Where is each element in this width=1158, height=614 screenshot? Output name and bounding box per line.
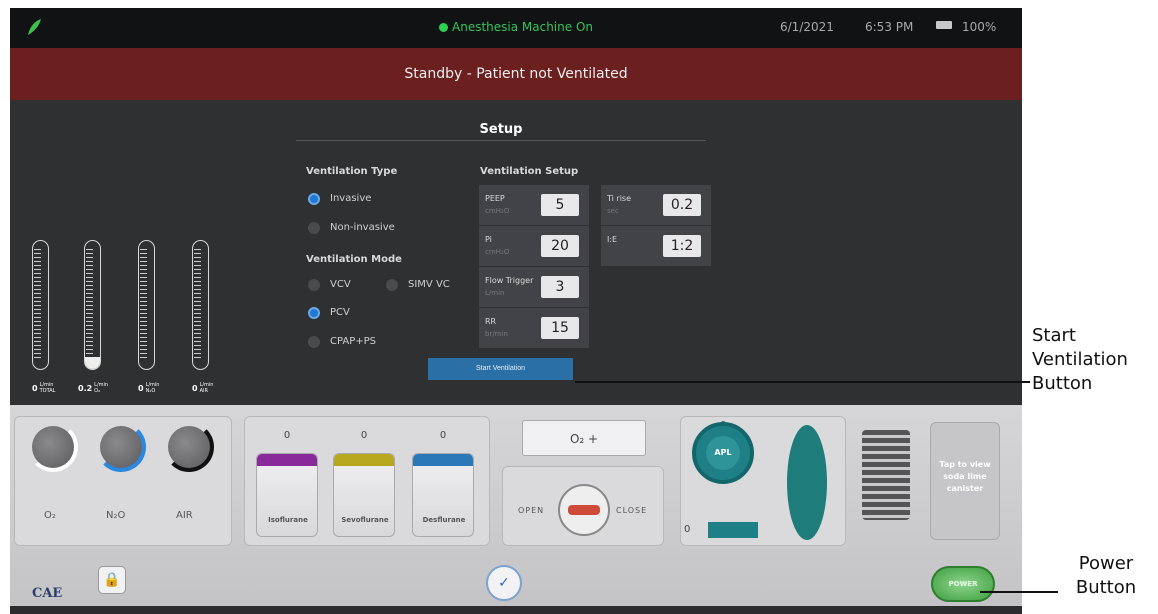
o2-label: O₂ <box>44 510 56 521</box>
power-callout: Power Button <box>1075 553 1137 598</box>
lock-button[interactable]: 🔒 <box>98 566 126 594</box>
sevoflurane-value: 0 <box>360 430 368 441</box>
battery-percent: 100% <box>962 20 997 34</box>
soda-lime-canister[interactable]: Tap to view soda lime canister <box>930 422 1000 540</box>
time: 6:53 PM <box>865 20 914 34</box>
cae-logo: CAE <box>32 586 63 601</box>
desflurane-value: 0 <box>439 430 447 441</box>
flow-value-o2: 0.2 L/min O₂ <box>78 382 109 394</box>
valve-open-label: OPEN <box>518 506 545 515</box>
start-ventilation-callout: Start Ventilation Button <box>1032 325 1128 394</box>
o2-knob[interactable] <box>32 426 74 468</box>
param-rr[interactable]: RR br/min 15 <box>479 308 589 349</box>
valve-switch[interactable] <box>558 484 610 536</box>
desflurane-vaporizer[interactable]: Desflurane <box>412 453 474 537</box>
start-ventilation-button[interactable]: Start Ventilation <box>428 358 573 380</box>
n2o-knob[interactable] <box>100 426 142 468</box>
isoflurane-value: 0 <box>283 430 291 441</box>
reservoir-bag[interactable] <box>787 425 827 540</box>
param-pi[interactable]: Pi cmH₂O 20 <box>479 226 589 267</box>
apl-valve[interactable]: APL <box>692 422 754 484</box>
bag-vent-switch[interactable] <box>708 522 758 538</box>
n2o-label: N₂O <box>106 510 126 521</box>
divider <box>296 140 706 141</box>
bag-switch-value: 0 <box>684 524 691 535</box>
setup-title: Setup <box>479 122 523 137</box>
flow-float <box>85 357 100 369</box>
check-icon: ✓ <box>498 575 510 591</box>
o2-flush-button[interactable]: O₂ + <box>522 420 646 456</box>
air-knob[interactable] <box>168 426 210 468</box>
flow-value-n2o: 0 L/min N₂O <box>138 382 160 394</box>
power-button[interactable]: POWER <box>931 566 995 602</box>
status-dot-icon <box>439 23 448 32</box>
flowmeter-n2o <box>138 240 155 370</box>
status-bar: Anesthesia Machine On 6/1/2021 6:53 PM 1… <box>10 8 1022 48</box>
flowmeter-o2 <box>84 240 101 370</box>
ventilation-setup-heading: Ventilation Setup <box>480 166 579 177</box>
battery-icon <box>936 21 952 29</box>
alarm-banner: Standby - Patient not Ventilated <box>10 48 1022 100</box>
flow-value-air: 0 L/min AIR <box>192 382 214 394</box>
confirm-button[interactable]: ✓ <box>486 565 522 601</box>
flowmeter-total <box>32 240 49 370</box>
air-label: AIR <box>176 510 193 521</box>
sevoflurane-vaporizer[interactable]: Sevoflurane <box>333 453 395 537</box>
lock-icon: 🔒 <box>103 572 121 588</box>
date: 6/1/2021 <box>780 20 834 34</box>
param-flow-trigger[interactable]: Flow Trigger L/min 3 <box>479 267 589 308</box>
ventilation-mode-heading: Ventilation Mode <box>306 254 402 265</box>
param-peep[interactable]: PEEP cmH₂O 5 <box>479 185 589 226</box>
isoflurane-vaporizer[interactable]: Isoflurane <box>256 453 318 537</box>
param-ti-rise[interactable]: Ti rise sec 0.2 <box>601 185 711 226</box>
param-ie[interactable]: I:E 1:2 <box>601 226 711 267</box>
ventilation-type-heading: Ventilation Type <box>306 166 398 177</box>
valve-close-label: CLOSE <box>616 506 648 515</box>
power-callout-line <box>980 591 1058 593</box>
flowmeter-air <box>192 240 209 370</box>
start-callout-line <box>575 381 1030 383</box>
bellows <box>862 430 910 520</box>
flow-value-total: 0 L/min TOTAL <box>32 382 56 394</box>
